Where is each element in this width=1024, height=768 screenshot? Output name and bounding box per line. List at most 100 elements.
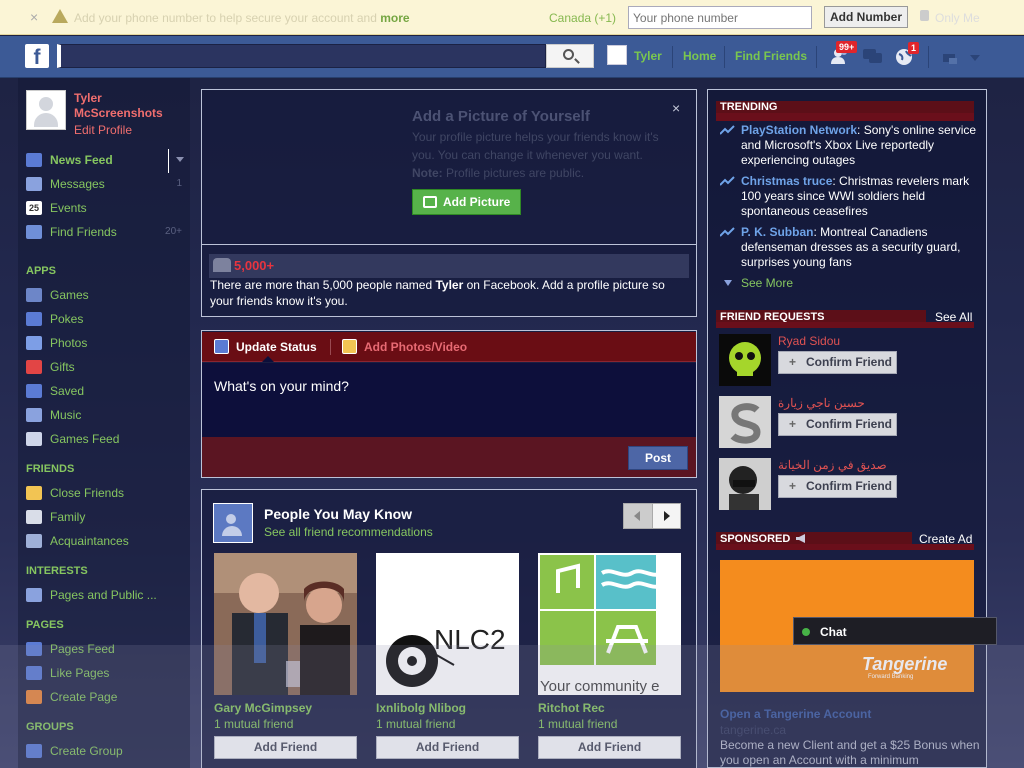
settings-dropdown[interactable] [968,52,988,72]
confirm-friend-button[interactable]: Confirm Friend [778,351,897,374]
home-link[interactable]: Home [683,49,716,63]
more-link[interactable]: more [380,11,409,25]
sidebar-item-pages-public[interactable]: Pages and Public ... [26,586,186,606]
add-friend-button[interactable]: Add Friend [538,736,681,759]
add-picture-button-label: Add Picture [443,195,511,209]
active-tab-caret [262,356,274,362]
divider [330,339,331,355]
sidebar-item-gifts[interactable]: Gifts [26,358,186,378]
trending-text: P. K. Subban: Montreal Canadiens defense… [741,225,977,270]
sidebar-item-create-page[interactable]: Create Page [26,688,186,708]
sidebar-item-acquaintances[interactable]: Acquaintances [26,532,186,552]
trending-topic[interactable]: P. K. Subban [741,225,813,239]
sidebar-item-create-group[interactable]: Create Group [26,742,186,762]
suggestion-photo[interactable]: Your community e [538,553,681,695]
sidebar-item-family[interactable]: Family [26,508,186,528]
profile-name[interactable]: Tyler McScreenshots [74,91,174,121]
requester-avatar[interactable] [719,334,771,386]
suggestion-photo[interactable]: NLC2 [376,553,519,695]
edit-profile-link[interactable]: Edit Profile [74,123,132,137]
nlc2-logo: NLC2 [376,553,519,695]
privacy-shortcuts-icon[interactable] [940,46,960,66]
sidebar-item-photos[interactable]: Photos [26,334,186,354]
profile-link[interactable]: Tyler [634,49,662,63]
sidebar-item-label: Family [50,510,86,524]
sidebar-item-pages-feed[interactable]: Pages Feed [26,640,186,660]
requester-avatar[interactable] [719,458,771,510]
add-number-button[interactable]: Add Number [824,6,908,28]
sidebar-item-music[interactable]: Music [26,406,186,426]
suggestion-name[interactable]: Gary McGimpsey [214,701,312,715]
search-button[interactable] [546,44,594,68]
add-picture-button[interactable]: Add Picture [412,189,521,215]
tab-add-photos-video[interactable]: Add Photos/Video [364,340,467,354]
search-input[interactable] [57,44,546,68]
suggestion-photo[interactable] [214,553,357,695]
facebook-logo[interactable]: f [25,44,49,69]
see-all-recommendations-link[interactable]: See all friend recommendations [264,525,433,539]
find-friends-link[interactable]: Find Friends [735,49,807,63]
close-icon[interactable]: × [30,9,38,25]
sidebar-item-find-friends[interactable]: Find Friends 20+ [26,223,186,243]
sidebar-item-label: Saved [50,384,85,398]
trending-topic[interactable]: PlayStation Network [741,123,857,137]
sidebar-item-label: Create Group [50,744,123,758]
trending-item[interactable]: P. K. Subban: Montreal Canadiens defense… [720,225,978,271]
mutual-friends[interactable]: 1 mutual friend [214,717,293,731]
divider [816,46,817,68]
privacy-selector[interactable]: Only Me [935,11,980,25]
sidebar-item-games-feed[interactable]: Games Feed [26,430,186,450]
nlc2-logo-text: NLC2 [434,624,506,655]
trending-text: PlayStation Network: Sony's online servi… [741,123,977,168]
requester-avatar[interactable] [719,396,771,448]
country-selector[interactable]: Canada (+1) [549,11,616,25]
trending-item[interactable]: PlayStation Network: Sony's online servi… [720,123,978,169]
confirm-friend-button[interactable]: Confirm Friend [778,413,897,436]
pages-feed-icon [26,642,42,656]
confirm-friend-button[interactable]: Confirm Friend [778,475,897,498]
friend-requests-icon[interactable]: 99+ [830,41,858,66]
trending-item[interactable]: Christmas truce: Christmas revelers mark… [720,174,978,220]
sidebar-item-close-friends[interactable]: Close Friends [26,484,186,504]
profile-picture[interactable] [26,90,66,130]
sidebar-item-label: Find Friends [50,225,117,239]
requester-name[interactable]: Ryad Sidou [778,334,840,348]
ad-url[interactable]: tangerine.ca [720,723,786,737]
see-more-link[interactable]: See More [741,276,793,290]
sidebar-item-messages[interactable]: Messages 1 [26,175,186,195]
mutual-friends[interactable]: 1 mutual friend [376,717,455,731]
chat-bar[interactable]: Chat [793,617,997,645]
requester-name[interactable]: حسين ناجي زيارة [778,396,865,410]
requester-name[interactable]: صديق في زمن الخيانة [778,458,887,472]
top-navigation-bar: f Tyler Home Find Friends 99+ 1 [0,36,1024,78]
ad-title-link[interactable]: Open a Tangerine Account [720,707,871,721]
sidebar-item-news-feed[interactable]: News Feed [26,149,186,173]
trending-arrow-icon [720,176,735,186]
add-friend-button[interactable]: Add Friend [376,736,519,759]
trending-arrow-icon [720,125,735,135]
add-friend-button[interactable]: Add Friend [214,736,357,759]
status-input[interactable]: What's on your mind? [202,363,696,437]
sidebar-item-saved[interactable]: Saved [26,382,186,402]
chevron-down-icon[interactable] [176,157,184,163]
lock-icon [943,54,957,64]
sidebar-item-games[interactable]: Games [26,286,186,306]
phone-number-input[interactable] [628,6,812,29]
sidebar-item-like-pages[interactable]: Like Pages [26,664,186,684]
tab-update-status[interactable]: Update Status [236,340,317,354]
suggestion-name[interactable]: Ixnlibolg Nlibog [376,701,466,715]
trending-topic[interactable]: Christmas truce [741,174,832,188]
ad-text: Become a new Client and get a $25 Bonus … [720,738,980,767]
post-button[interactable]: Post [628,446,688,470]
user-avatar[interactable] [607,45,627,65]
suggestion-name[interactable]: Ritchot Rec [538,701,605,715]
previous-arrow-icon[interactable] [624,504,653,528]
sidebar-item-pokes[interactable]: Pokes [26,310,186,330]
sidebar-item-events[interactable]: 25 Events [26,199,186,219]
messages-count: 1 [176,178,182,189]
close-icon[interactable]: × [672,100,680,116]
mutual-friends[interactable]: 1 mutual friend [538,717,617,731]
messages-icon [26,177,42,191]
notifications-icon[interactable]: 1 [894,42,920,66]
messages-icon[interactable] [862,46,882,66]
